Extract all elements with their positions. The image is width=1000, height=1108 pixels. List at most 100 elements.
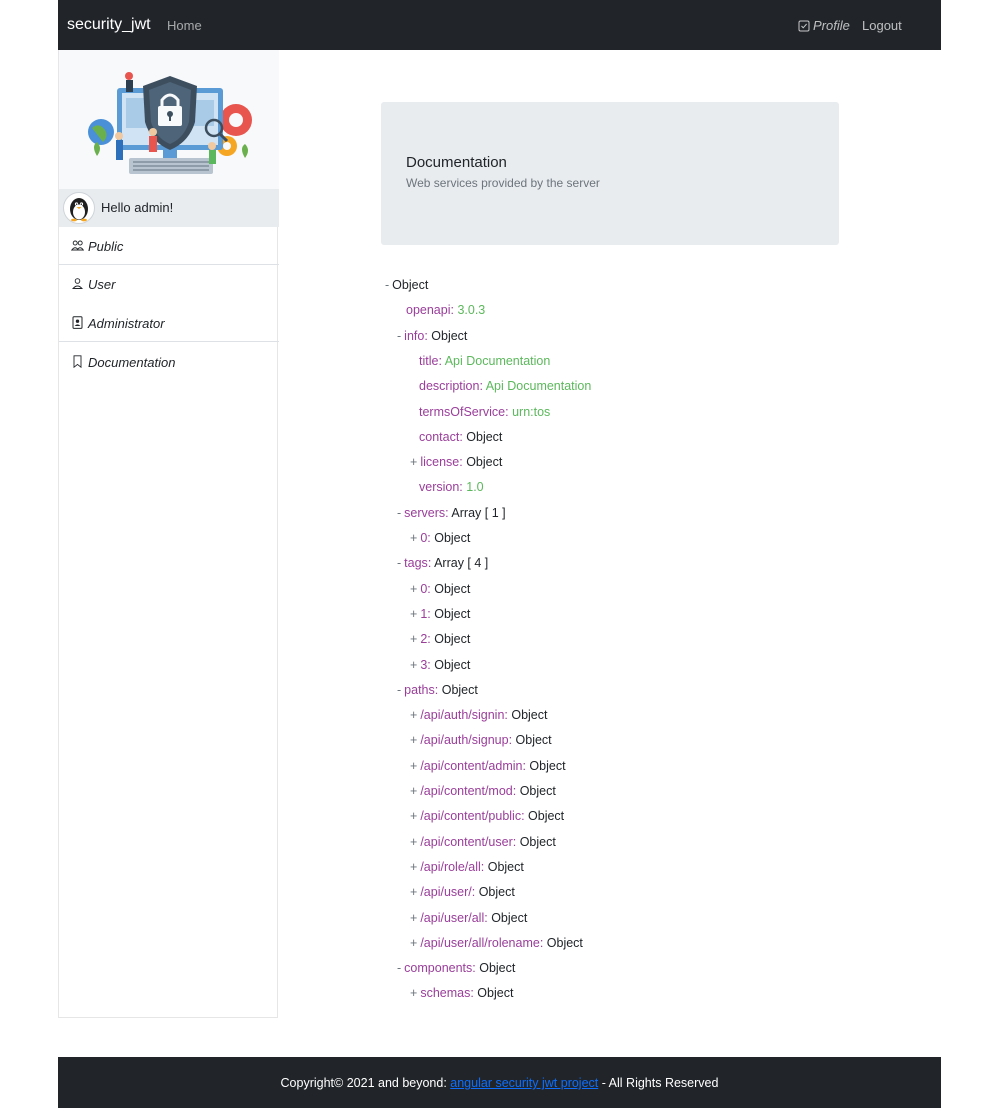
bookmark-icon bbox=[73, 355, 82, 368]
collapse-toggle[interactable]: - bbox=[397, 329, 401, 343]
project-link[interactable]: angular security jwt project bbox=[450, 1076, 598, 1090]
expand-toggle[interactable]: + bbox=[410, 455, 417, 469]
tree-node[interactable]: +/api/role/all: Object bbox=[410, 859, 524, 875]
collapse-toggle[interactable]: - bbox=[397, 683, 401, 697]
tree-node[interactable]: +2: Object bbox=[410, 631, 470, 647]
tree-key: description bbox=[419, 379, 480, 393]
tree-value: Object bbox=[434, 658, 471, 672]
brand-link[interactable]: security_jwt bbox=[67, 16, 151, 34]
tree-value: Array [ 4 ] bbox=[434, 556, 489, 570]
tree-value: Object bbox=[491, 911, 528, 925]
tree-value: Object bbox=[392, 278, 429, 292]
expand-toggle[interactable]: + bbox=[410, 733, 417, 747]
tree-key: title bbox=[419, 354, 439, 368]
tree-node[interactable]: +/api/content/admin: Object bbox=[410, 758, 566, 774]
sidebar-item-label: Documentation bbox=[88, 355, 176, 370]
tree-node[interactable]: +/api/content/public: Object bbox=[410, 808, 564, 824]
nav-profile-label: Profile bbox=[813, 18, 850, 33]
tree-node[interactable]: - info: Object bbox=[397, 328, 467, 344]
expand-toggle[interactable]: + bbox=[410, 936, 417, 950]
page-subtitle: Web services provided by the server bbox=[406, 176, 600, 190]
tree-value: Object bbox=[546, 936, 583, 950]
tree-node[interactable]: - tags: Array [ 4 ] bbox=[397, 555, 488, 571]
tree-node[interactable]: +/api/content/mod: Object bbox=[410, 783, 556, 799]
tree-node[interactable]: +/api/user/: Object bbox=[410, 884, 515, 900]
tree-value: Object bbox=[515, 733, 552, 747]
expand-toggle[interactable]: + bbox=[410, 708, 417, 722]
tree-key: openapi bbox=[406, 303, 451, 317]
tree-value: Object bbox=[466, 455, 503, 469]
expand-toggle[interactable]: + bbox=[410, 986, 417, 1000]
expand-toggle[interactable]: + bbox=[410, 911, 417, 925]
tree-key: /api/auth/signup bbox=[420, 733, 509, 747]
tree-value: Object bbox=[466, 430, 503, 444]
sidebar-item-documentation[interactable]: Documentation bbox=[59, 343, 279, 381]
sidebar-item-public[interactable]: Public bbox=[59, 227, 279, 265]
expand-toggle[interactable]: + bbox=[410, 885, 417, 899]
tree-value: 3.0.3 bbox=[457, 303, 486, 317]
tree-key: version bbox=[419, 480, 460, 494]
expand-toggle[interactable]: + bbox=[410, 809, 417, 823]
tree-node[interactable]: - Object bbox=[385, 277, 428, 293]
tree-node[interactable]: +/api/auth/signin: Object bbox=[410, 707, 548, 723]
expand-toggle[interactable]: + bbox=[410, 784, 417, 798]
tree-key: /api/content/user bbox=[420, 835, 513, 849]
tree-value: Object bbox=[487, 860, 524, 874]
tree-value: Object bbox=[434, 531, 471, 545]
nav-logout-link[interactable]: Logout bbox=[862, 18, 902, 33]
tree-node[interactable]: - components: Object bbox=[397, 960, 515, 976]
tree-value: Object bbox=[434, 582, 471, 596]
avatar bbox=[63, 192, 95, 224]
tree-value: 1.0 bbox=[466, 480, 484, 494]
profile-icon bbox=[798, 20, 810, 32]
tree-value: Object bbox=[519, 835, 556, 849]
tree-node[interactable]: +3: Object bbox=[410, 657, 470, 673]
tree-node: contact: Object bbox=[419, 429, 502, 445]
tree-value: Object bbox=[528, 809, 565, 823]
tree-value: Object bbox=[519, 784, 556, 798]
sidebar-item-administrator[interactable]: Administrator bbox=[59, 304, 279, 342]
collapse-toggle[interactable]: - bbox=[397, 506, 401, 520]
tree-key: /api/user/all bbox=[420, 911, 485, 925]
tree-value: Object bbox=[441, 683, 478, 697]
tree-node[interactable]: +/api/auth/signup: Object bbox=[410, 732, 552, 748]
expand-toggle[interactable]: + bbox=[410, 632, 417, 646]
collapse-toggle[interactable]: - bbox=[385, 278, 389, 292]
tree-node[interactable]: +/api/user/all/rolename: Object bbox=[410, 935, 583, 951]
tree-node[interactable]: + schemas: Object bbox=[410, 985, 513, 1001]
tree-key: /api/auth/signin bbox=[420, 708, 505, 722]
tree-node[interactable]: +0: Object bbox=[410, 530, 470, 546]
tree-node[interactable]: - servers: Array [ 1 ] bbox=[397, 505, 506, 521]
expand-toggle[interactable]: + bbox=[410, 860, 417, 874]
tree-key: schemas bbox=[420, 986, 471, 1000]
copyright-text: Copyright© 2021 and beyond: angular secu… bbox=[280, 1076, 719, 1090]
tree-node[interactable]: +0: Object bbox=[410, 581, 470, 597]
tree-value: Object bbox=[434, 607, 471, 621]
tree-node[interactable]: +/api/user/all: Object bbox=[410, 910, 527, 926]
tree-separator: : bbox=[521, 809, 529, 823]
sidebar-item-label: Public bbox=[88, 239, 124, 254]
tree-value: Object bbox=[431, 329, 468, 343]
sidebar-item-user[interactable]: User bbox=[59, 265, 279, 303]
expand-toggle[interactable]: + bbox=[410, 531, 417, 545]
tree-key: contact bbox=[419, 430, 460, 444]
tree-node[interactable]: +/api/content/user: Object bbox=[410, 834, 556, 850]
tree-node[interactable]: + license: Object bbox=[410, 454, 502, 470]
nav-profile-link[interactable]: Profile bbox=[798, 18, 850, 33]
tree-node: termsOfService: urn:tos bbox=[419, 404, 550, 420]
top-navbar: security_jwt Home Profile Logout bbox=[58, 0, 941, 50]
expand-toggle[interactable]: + bbox=[410, 582, 417, 596]
page-title: Documentation bbox=[406, 154, 507, 171]
tree-node[interactable]: - paths: Object bbox=[397, 682, 478, 698]
collapse-toggle[interactable]: - bbox=[397, 961, 401, 975]
expand-toggle[interactable]: + bbox=[410, 835, 417, 849]
tree-value: urn:tos bbox=[512, 405, 551, 419]
expand-toggle[interactable]: + bbox=[410, 658, 417, 672]
nav-home-link[interactable]: Home bbox=[167, 18, 202, 33]
tree-value: Object bbox=[478, 885, 515, 899]
expand-toggle[interactable]: + bbox=[410, 759, 417, 773]
tree-value: Object bbox=[511, 708, 548, 722]
collapse-toggle[interactable]: - bbox=[397, 556, 401, 570]
tree-node[interactable]: +1: Object bbox=[410, 606, 470, 622]
expand-toggle[interactable]: + bbox=[410, 607, 417, 621]
